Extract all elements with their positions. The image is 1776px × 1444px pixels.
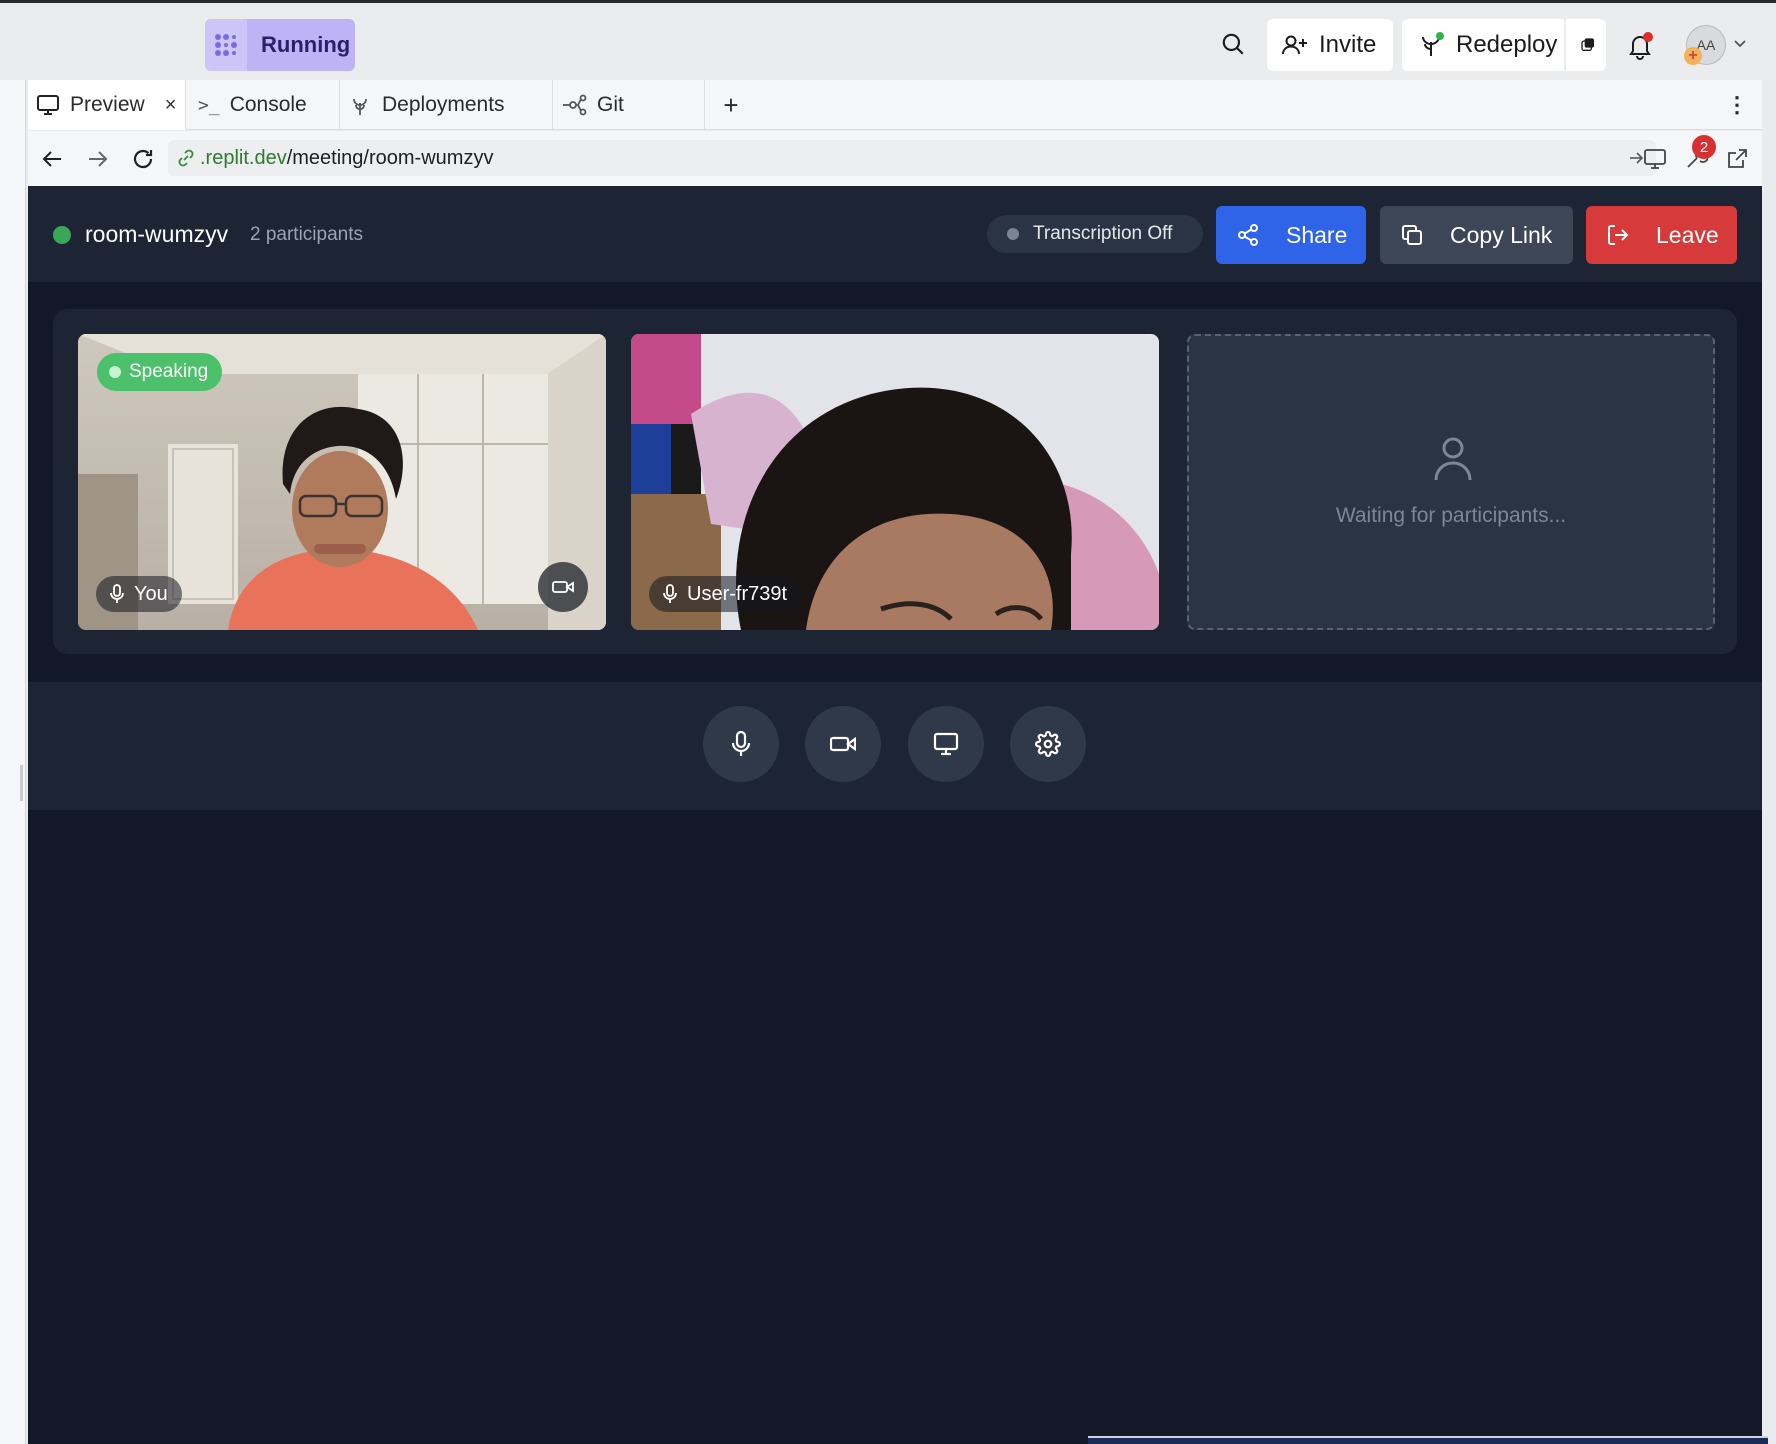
tile-camera-button[interactable] — [538, 562, 588, 612]
deployments-icon — [353, 98, 367, 115]
redeploy-label: Redeploy — [1456, 31, 1558, 58]
new-tab-button[interactable]: + — [705, 80, 757, 130]
workspace-topbar: Running Invite Redeploy AA + — [0, 0, 1776, 80]
leave-label: Leave — [1656, 221, 1719, 248]
search-icon[interactable] — [1218, 29, 1248, 59]
preview-urlbar: .replit.dev/meeting/room-wumzyv 2 — [28, 131, 1762, 186]
deploy-status-icon — [1422, 32, 1444, 56]
avatar-plus-badge: + — [1684, 47, 1702, 65]
settings-button[interactable] — [1010, 706, 1086, 782]
waiting-tile: Waiting for participants... — [1187, 334, 1715, 630]
microphone-icon — [731, 730, 751, 756]
participant-name: You — [134, 582, 168, 605]
copy-link-button[interactable]: Copy Link — [1380, 206, 1573, 264]
reload-icon[interactable] — [128, 144, 158, 174]
transcription-label: Transcription Off — [1033, 223, 1173, 244]
video-camera-icon — [552, 581, 574, 593]
monitor-icon — [933, 732, 959, 756]
participant-label: You — [96, 576, 182, 612]
stack-icon — [1581, 38, 1594, 51]
video-tile-remote: User-fr739t — [631, 334, 1159, 630]
link-icon — [178, 149, 194, 167]
back-arrow-icon[interactable] — [38, 145, 66, 173]
add-user-icon — [1282, 35, 1307, 55]
leave-button[interactable]: Leave — [1586, 206, 1737, 264]
share-label: Share — [1286, 221, 1348, 248]
screen-share-button[interactable] — [908, 706, 984, 782]
run-dots-icon — [205, 19, 247, 71]
notifications-bell-icon[interactable] — [1623, 29, 1657, 63]
user-placeholder-icon — [1434, 437, 1472, 481]
more-options-icon[interactable]: ⋮ — [1722, 80, 1752, 130]
meeting-app: room-wumzyv 2 participants Transcription… — [28, 186, 1762, 1444]
mic-toggle-button[interactable] — [703, 706, 779, 782]
tab-deployments[interactable]: Deployments — [340, 80, 553, 130]
chevron-down-icon[interactable] — [1731, 35, 1749, 53]
participant-name: User-fr739t — [687, 582, 788, 605]
transcription-status-dot — [1007, 228, 1019, 240]
connection-status-dot — [53, 226, 71, 244]
tab-git[interactable]: Git — [553, 80, 705, 130]
meeting-header: room-wumzyv 2 participants Transcription… — [28, 186, 1762, 282]
share-icon — [1238, 224, 1258, 246]
transcription-toggle[interactable]: Transcription Off — [987, 215, 1203, 253]
copy-icon — [1402, 225, 1422, 245]
run-button[interactable]: Running — [205, 19, 355, 71]
speaking-label: Speaking — [129, 361, 209, 382]
tab-deployments-label: Deployments — [382, 93, 505, 116]
git-icon — [563, 94, 587, 116]
waiting-text: Waiting for participants... — [1335, 504, 1567, 527]
speaking-dot — [109, 366, 121, 378]
gear-icon — [1035, 731, 1061, 757]
tab-preview-label: Preview — [70, 93, 145, 116]
bottom-panel-edge — [1088, 1436, 1768, 1444]
tab-console[interactable]: >_ Console — [188, 80, 340, 130]
participant-count: 2 participants — [250, 224, 364, 245]
tab-preview[interactable]: Preview × — [28, 80, 186, 130]
share-button[interactable]: Share — [1216, 206, 1366, 264]
device-preview-icon[interactable] — [1640, 144, 1670, 174]
devtools-badge: 2 — [1692, 135, 1716, 159]
url-domain: .replit.dev — [200, 146, 287, 169]
monitor-icon — [37, 95, 59, 115]
copy-link-label: Copy Link — [1450, 221, 1553, 248]
video-tile-self: Speaking You — [78, 334, 606, 630]
invite-button[interactable]: Invite — [1267, 19, 1393, 71]
room-name: room-wumzyv — [85, 221, 229, 247]
terminal-icon: >_ — [198, 94, 220, 116]
redeploy-button[interactable]: Redeploy — [1402, 19, 1564, 71]
url-input[interactable]: .replit.dev/meeting/room-wumzyv — [168, 140, 1656, 176]
run-label: Running — [261, 32, 351, 57]
logout-icon — [1608, 225, 1629, 245]
open-external-icon[interactable] — [1722, 144, 1752, 174]
url-path: /meeting/room-wumzyv — [286, 146, 494, 169]
speaking-badge: Speaking — [97, 353, 223, 391]
resize-handle[interactable] — [20, 765, 23, 801]
participant-label: User-fr739t — [649, 576, 802, 612]
microphone-icon — [663, 584, 677, 603]
pane-tabbar: Preview × >_ Console Deployments Git + ⋮ — [28, 80, 1762, 130]
tab-git-label: Git — [597, 93, 624, 116]
close-icon[interactable]: × — [165, 94, 177, 117]
call-controls — [28, 682, 1762, 810]
redeploy-options-button[interactable] — [1566, 19, 1606, 71]
video-camera-icon — [830, 736, 856, 752]
microphone-icon — [110, 584, 124, 603]
invite-label: Invite — [1319, 31, 1377, 58]
left-sidebar-edge — [0, 80, 26, 1444]
forward-arrow-icon[interactable] — [84, 145, 112, 173]
tab-console-label: Console — [229, 93, 307, 116]
camera-toggle-button[interactable] — [805, 706, 881, 782]
